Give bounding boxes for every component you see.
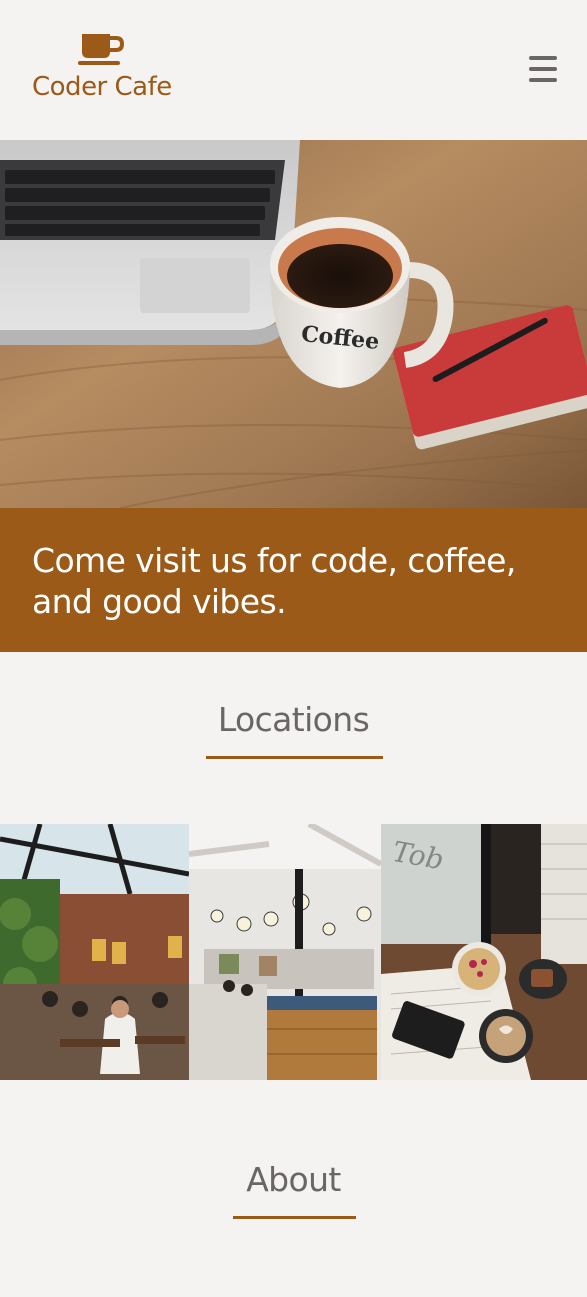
about-heading: About xyxy=(246,1160,341,1199)
tagline-band: Come visit us for code, coffee, and good… xyxy=(0,508,587,652)
locations-gallery: Tob xyxy=(0,824,587,1080)
brand-logo[interactable]: Coder Cafe xyxy=(32,32,172,108)
site-header: Coder Cafe xyxy=(0,0,587,140)
hamburger-menu-icon[interactable] xyxy=(529,56,557,82)
coffee-cup-icon xyxy=(78,34,125,65)
about-heading-underline xyxy=(233,1216,356,1219)
cafe-interior-skylight-photo[interactable] xyxy=(0,824,189,1080)
brand-name: Coder Cafe xyxy=(32,72,172,102)
hero-photo: Coffee xyxy=(0,140,587,508)
cafe-counter-interior-photo[interactable] xyxy=(189,824,381,1080)
tagline-text: Come visit us for code, coffee, and good… xyxy=(32,541,516,621)
coffee-table-breakfast-photo[interactable]: Tob xyxy=(381,824,587,1080)
locations-heading-underline xyxy=(206,756,383,759)
locations-heading: Locations xyxy=(217,700,370,739)
